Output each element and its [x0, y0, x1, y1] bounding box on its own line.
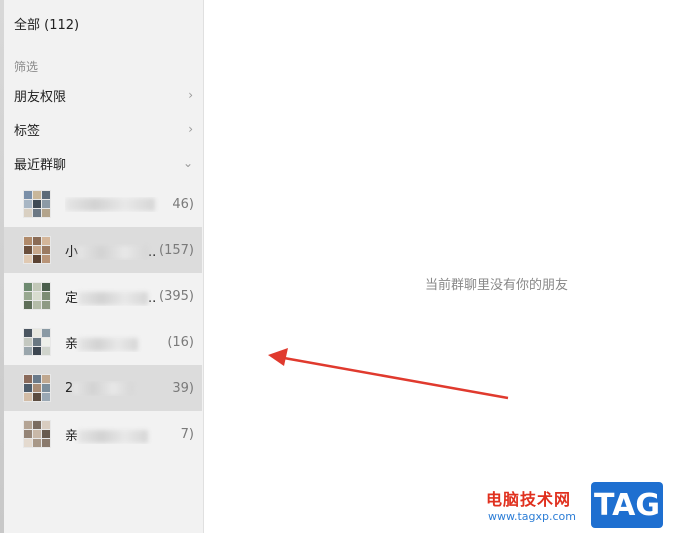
arrow-shaft — [283, 356, 509, 400]
tag-logo: TAG — [591, 482, 663, 528]
arrow-head — [268, 348, 288, 366]
site-watermark: 电脑技术网 www.tagxp.com TAG — [486, 480, 671, 530]
watermark-title: 电脑技术网 — [486, 490, 572, 509]
watermark-url: www.tagxp.com — [488, 510, 576, 523]
annotation-arrow — [268, 348, 509, 400]
